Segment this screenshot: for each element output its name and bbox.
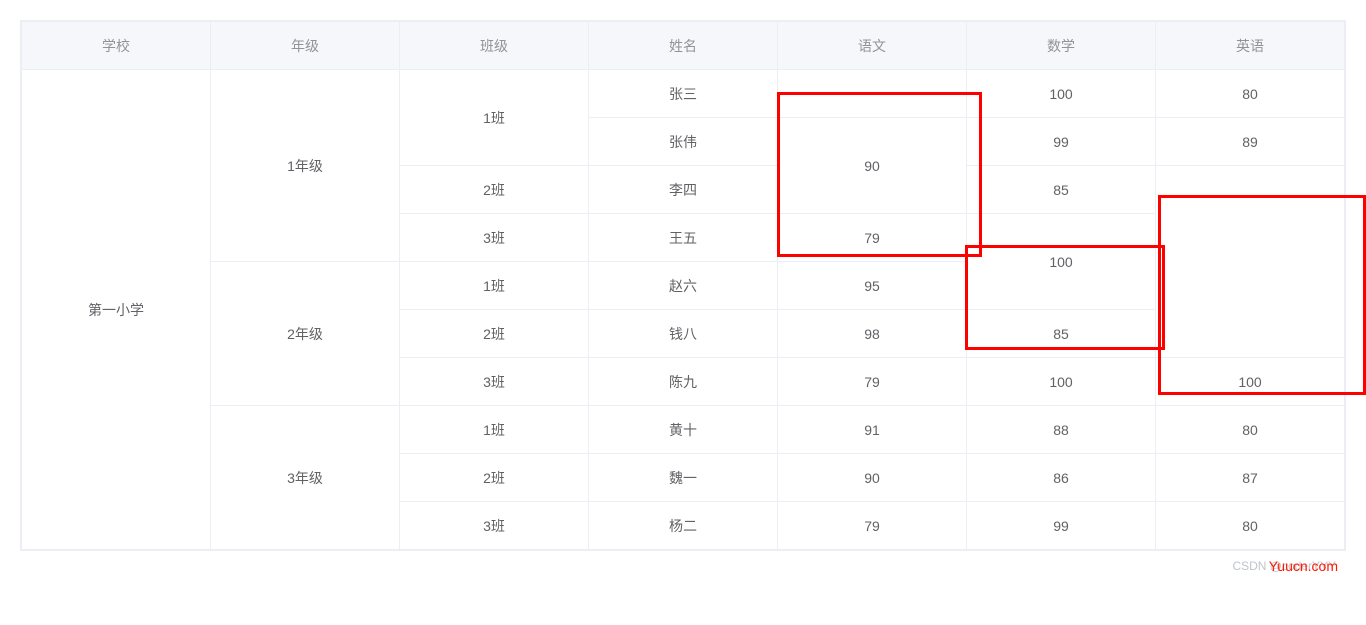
cell-grade: 1年级 (211, 70, 400, 262)
header-name: 姓名 (589, 22, 778, 70)
cell-student: 王五 (589, 214, 778, 262)
cell-student: 赵六 (589, 262, 778, 310)
cell-english: 80 (1156, 70, 1345, 118)
cell-chinese: 95 (778, 262, 967, 310)
cell-math: 99 (967, 118, 1156, 166)
cell-math: 85 (967, 310, 1156, 358)
score-table-wrapper: 学校 年级 班级 姓名 语文 数学 英语 第一小学 1年级 1班 张三 100 … (20, 20, 1346, 551)
cell-class: 1班 (400, 262, 589, 310)
header-chinese: 语文 (778, 22, 967, 70)
cell-class: 1班 (400, 70, 589, 166)
cell-student: 张伟 (589, 118, 778, 166)
header-row: 学校 年级 班级 姓名 语文 数学 英语 (22, 22, 1345, 70)
cell-grade: 2年级 (211, 262, 400, 406)
header-english: 英语 (1156, 22, 1345, 70)
table-header: 学校 年级 班级 姓名 语文 数学 英语 (22, 22, 1345, 70)
footer-credit: CSDN @coderYYY (20, 559, 1346, 573)
cell-school: 第一小学 (22, 70, 211, 550)
cell-class: 2班 (400, 454, 589, 502)
header-grade: 年级 (211, 22, 400, 70)
cell-math: 86 (967, 454, 1156, 502)
cell-chinese: 90 (778, 454, 967, 502)
cell-class: 3班 (400, 214, 589, 262)
cell-class: 3班 (400, 358, 589, 406)
cell-math: 99 (967, 502, 1156, 550)
watermark-text: Yuucn.com (1269, 558, 1338, 574)
cell-english: 80 (1156, 502, 1345, 550)
cell-student: 李四 (589, 166, 778, 214)
header-school: 学校 (22, 22, 211, 70)
cell-student: 张三 (589, 70, 778, 118)
cell-english: 89 (1156, 118, 1345, 166)
cell-math: 88 (967, 406, 1156, 454)
cell-english: 87 (1156, 454, 1345, 502)
cell-english: 80 (1156, 406, 1345, 454)
cell-chinese (778, 70, 967, 118)
cell-english: 100 (1156, 358, 1345, 406)
cell-chinese: 91 (778, 406, 967, 454)
cell-math: 100 (967, 358, 1156, 406)
cell-class: 1班 (400, 406, 589, 454)
cell-class: 2班 (400, 166, 589, 214)
cell-math: 100 (967, 214, 1156, 310)
cell-student: 钱八 (589, 310, 778, 358)
cell-chinese: 79 (778, 214, 967, 262)
header-class: 班级 (400, 22, 589, 70)
cell-student: 黄十 (589, 406, 778, 454)
cell-student: 陈九 (589, 358, 778, 406)
cell-class: 3班 (400, 502, 589, 550)
cell-grade: 3年级 (211, 406, 400, 550)
cell-math: 85 (967, 166, 1156, 214)
table-body: 第一小学 1年级 1班 张三 100 80 张伟 90 99 89 2班 李四 … (22, 70, 1345, 550)
cell-english (1156, 166, 1345, 358)
cell-math: 100 (967, 70, 1156, 118)
header-math: 数学 (967, 22, 1156, 70)
cell-student: 杨二 (589, 502, 778, 550)
table-row: 第一小学 1年级 1班 张三 100 80 (22, 70, 1345, 118)
cell-chinese: 90 (778, 118, 967, 214)
cell-student: 魏一 (589, 454, 778, 502)
table-row: 3年级 1班 黄十 91 88 80 (22, 406, 1345, 454)
score-table: 学校 年级 班级 姓名 语文 数学 英语 第一小学 1年级 1班 张三 100 … (21, 21, 1345, 550)
cell-chinese: 79 (778, 358, 967, 406)
cell-class: 2班 (400, 310, 589, 358)
cell-chinese: 98 (778, 310, 967, 358)
cell-chinese: 79 (778, 502, 967, 550)
